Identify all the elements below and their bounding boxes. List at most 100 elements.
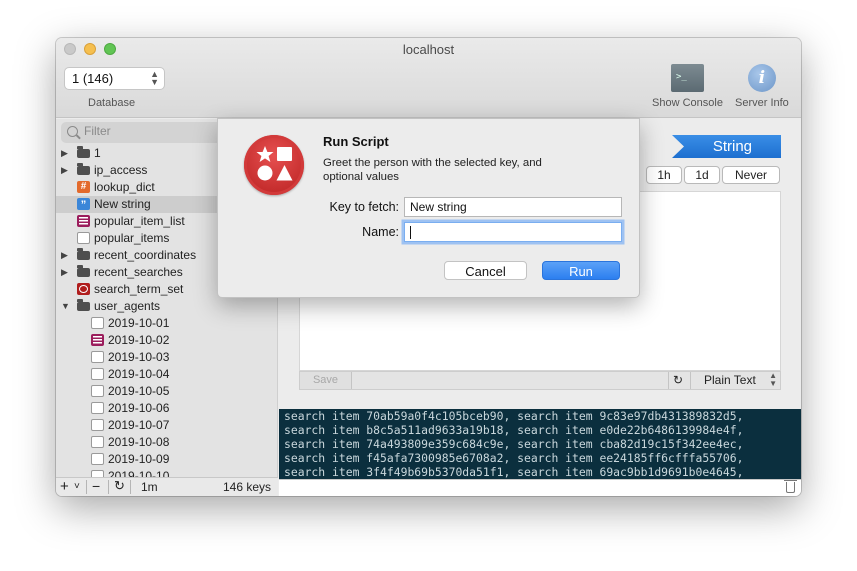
key-to-fetch-field[interactable]: New string — [404, 197, 622, 217]
text-caret — [410, 226, 411, 240]
tree-item-label: ip_access — [94, 163, 148, 177]
tree-child-item[interactable]: 2019-10-05 — [56, 383, 277, 400]
tree-child-item[interactable]: 2019-10-10 — [56, 468, 277, 477]
tree-child-item[interactable]: 2019-10-09 — [56, 451, 277, 468]
tree-item-label: 2019-10-01 — [108, 316, 170, 330]
sorted-set-type-icon — [77, 283, 90, 295]
folder-icon — [77, 265, 90, 277]
set-type-icon — [91, 436, 104, 448]
database-label: Database — [88, 97, 136, 109]
set-type-icon — [91, 402, 104, 414]
folder-icon — [77, 146, 90, 158]
name-label: Name: — [362, 225, 399, 239]
console-line: search item b8c5a511ad9633a19b18, search… — [284, 423, 744, 437]
info-icon: i — [747, 64, 776, 92]
folder-icon — [77, 163, 90, 175]
tree-item-label: search_term_set — [94, 282, 184, 296]
console-icon: >_ — [670, 64, 704, 92]
set-type-icon — [91, 419, 104, 431]
tree-child-item[interactable]: 2019-10-04 — [56, 366, 277, 383]
reload-icon[interactable]: ↻ — [673, 372, 683, 389]
tree-item-user-agents[interactable]: ▼ user_agents — [56, 298, 277, 315]
set-type-icon — [91, 385, 104, 397]
tree-item-label: 2019-10-10 — [108, 469, 170, 477]
folder-icon — [77, 248, 90, 260]
tree-item-label: 2019-10-04 — [108, 367, 170, 381]
tree-item-label: user_agents — [94, 299, 161, 313]
tree-item-label: popular_items — [94, 231, 170, 245]
disclosure-triangle-icon[interactable]: ▶ — [61, 264, 68, 281]
search-icon — [67, 126, 78, 137]
stepper-chevrons-icon: ▲ ▼ — [150, 69, 159, 87]
ttl-never-button[interactable]: Never — [722, 166, 780, 184]
divider — [130, 480, 131, 494]
add-key-button[interactable]: + — [60, 478, 69, 495]
console-output: search item 70ab59a0f4c105bceb90, search… — [279, 409, 801, 479]
server-info-label: Server Info — [735, 97, 789, 109]
key-to-fetch-label: Key to fetch: — [329, 200, 399, 214]
tree-child-item[interactable]: 2019-10-01 — [56, 315, 277, 332]
tree-child-item[interactable]: 2019-10-06 — [56, 400, 277, 417]
refresh-icon[interactable]: ↻ — [114, 478, 125, 494]
console-line: search item f45afa7300985e6708a2, search… — [284, 451, 744, 465]
run-script-dialog: Run Script Greet the person with the sel… — [217, 118, 640, 298]
tree-item-label: 2019-10-06 — [108, 401, 170, 415]
divider — [86, 480, 87, 494]
key-count: 146 keys — [223, 480, 272, 494]
tree-item-label: 2019-10-08 — [108, 435, 170, 449]
key-to-fetch-value: New string — [410, 200, 467, 214]
toolbar: localhost 1 (146) ▲ ▼ Database >_ Show Co… — [56, 38, 801, 118]
tree-item-label: popular_item_list — [94, 214, 185, 228]
tree-child-item[interactable]: 2019-10-03 — [56, 349, 277, 366]
remove-key-button[interactable]: − — [92, 478, 100, 494]
window-title: localhost — [402, 42, 455, 57]
console-line: search item 70ab59a0f4c105bceb90, search… — [284, 409, 744, 423]
disclosure-triangle-icon[interactable]: ▶ — [61, 145, 68, 162]
save-button[interactable]: Save — [300, 372, 352, 389]
tree-item-label: 2019-10-05 — [108, 384, 170, 398]
format-select[interactable]: ↻ Plain Text ▲ ▼ — [668, 372, 781, 389]
key-type-badge: String — [672, 135, 781, 158]
server-info-button[interactable]: i Server Info — [735, 64, 789, 109]
tree-item-label: New string — [94, 197, 151, 211]
editor-toolbar: Save ↻ Plain Text ▲ ▼ — [299, 371, 781, 390]
ttl-1h-button[interactable]: 1h — [646, 166, 682, 184]
disclosure-triangle-icon[interactable]: ▼ — [61, 298, 70, 315]
tree-item-label: recent_searches — [94, 265, 183, 279]
divider — [690, 372, 691, 389]
add-key-menu-chevron-icon[interactable]: ˅ — [74, 481, 80, 492]
hash-type-icon: # — [77, 181, 90, 193]
tree-item-label: recent_coordinates — [94, 248, 197, 262]
folder-icon — [77, 299, 90, 311]
show-console-button[interactable]: >_ Show Console — [652, 64, 723, 109]
disclosure-triangle-icon[interactable]: ▶ — [61, 247, 68, 264]
tree-item-label: lookup_dict — [94, 180, 155, 194]
ttl-1d-button[interactable]: 1d — [684, 166, 720, 184]
tree-item-label: 2019-10-07 — [108, 418, 170, 432]
tree-child-item[interactable]: 2019-10-07 — [56, 417, 277, 434]
list-type-icon — [77, 215, 90, 227]
list-type-icon — [91, 334, 104, 346]
dialog-description: Greet the person with the selected key, … — [323, 157, 542, 183]
disclosure-triangle-icon[interactable]: ▶ — [61, 162, 68, 179]
dialog-title: Run Script — [323, 134, 389, 149]
run-button[interactable]: Run — [542, 261, 620, 280]
tree-child-item[interactable]: 2019-10-08 — [56, 434, 277, 451]
string-type-icon: ” — [77, 198, 90, 211]
database-select[interactable]: 1 (146) ▲ ▼ — [64, 67, 165, 90]
console-command-input[interactable] — [279, 479, 801, 496]
name-field[interactable] — [404, 222, 622, 242]
cancel-button[interactable]: Cancel — [444, 261, 527, 280]
set-type-icon — [91, 470, 104, 477]
divider — [108, 480, 109, 494]
refresh-interval[interactable]: 1m — [141, 480, 158, 494]
trash-icon[interactable] — [784, 480, 797, 493]
filter-placeholder: Filter — [84, 124, 111, 138]
tree-item-label: 2019-10-03 — [108, 350, 170, 364]
console-line: search item 3f4f49b69b5370da51f1, search… — [284, 465, 744, 479]
format-select-value: Plain Text — [704, 373, 756, 387]
set-type-icon — [91, 453, 104, 465]
set-type-icon — [91, 317, 104, 329]
stepper-chevrons-icon: ▲ ▼ — [769, 371, 777, 388]
tree-child-item[interactable]: 2019-10-02 — [56, 332, 277, 349]
